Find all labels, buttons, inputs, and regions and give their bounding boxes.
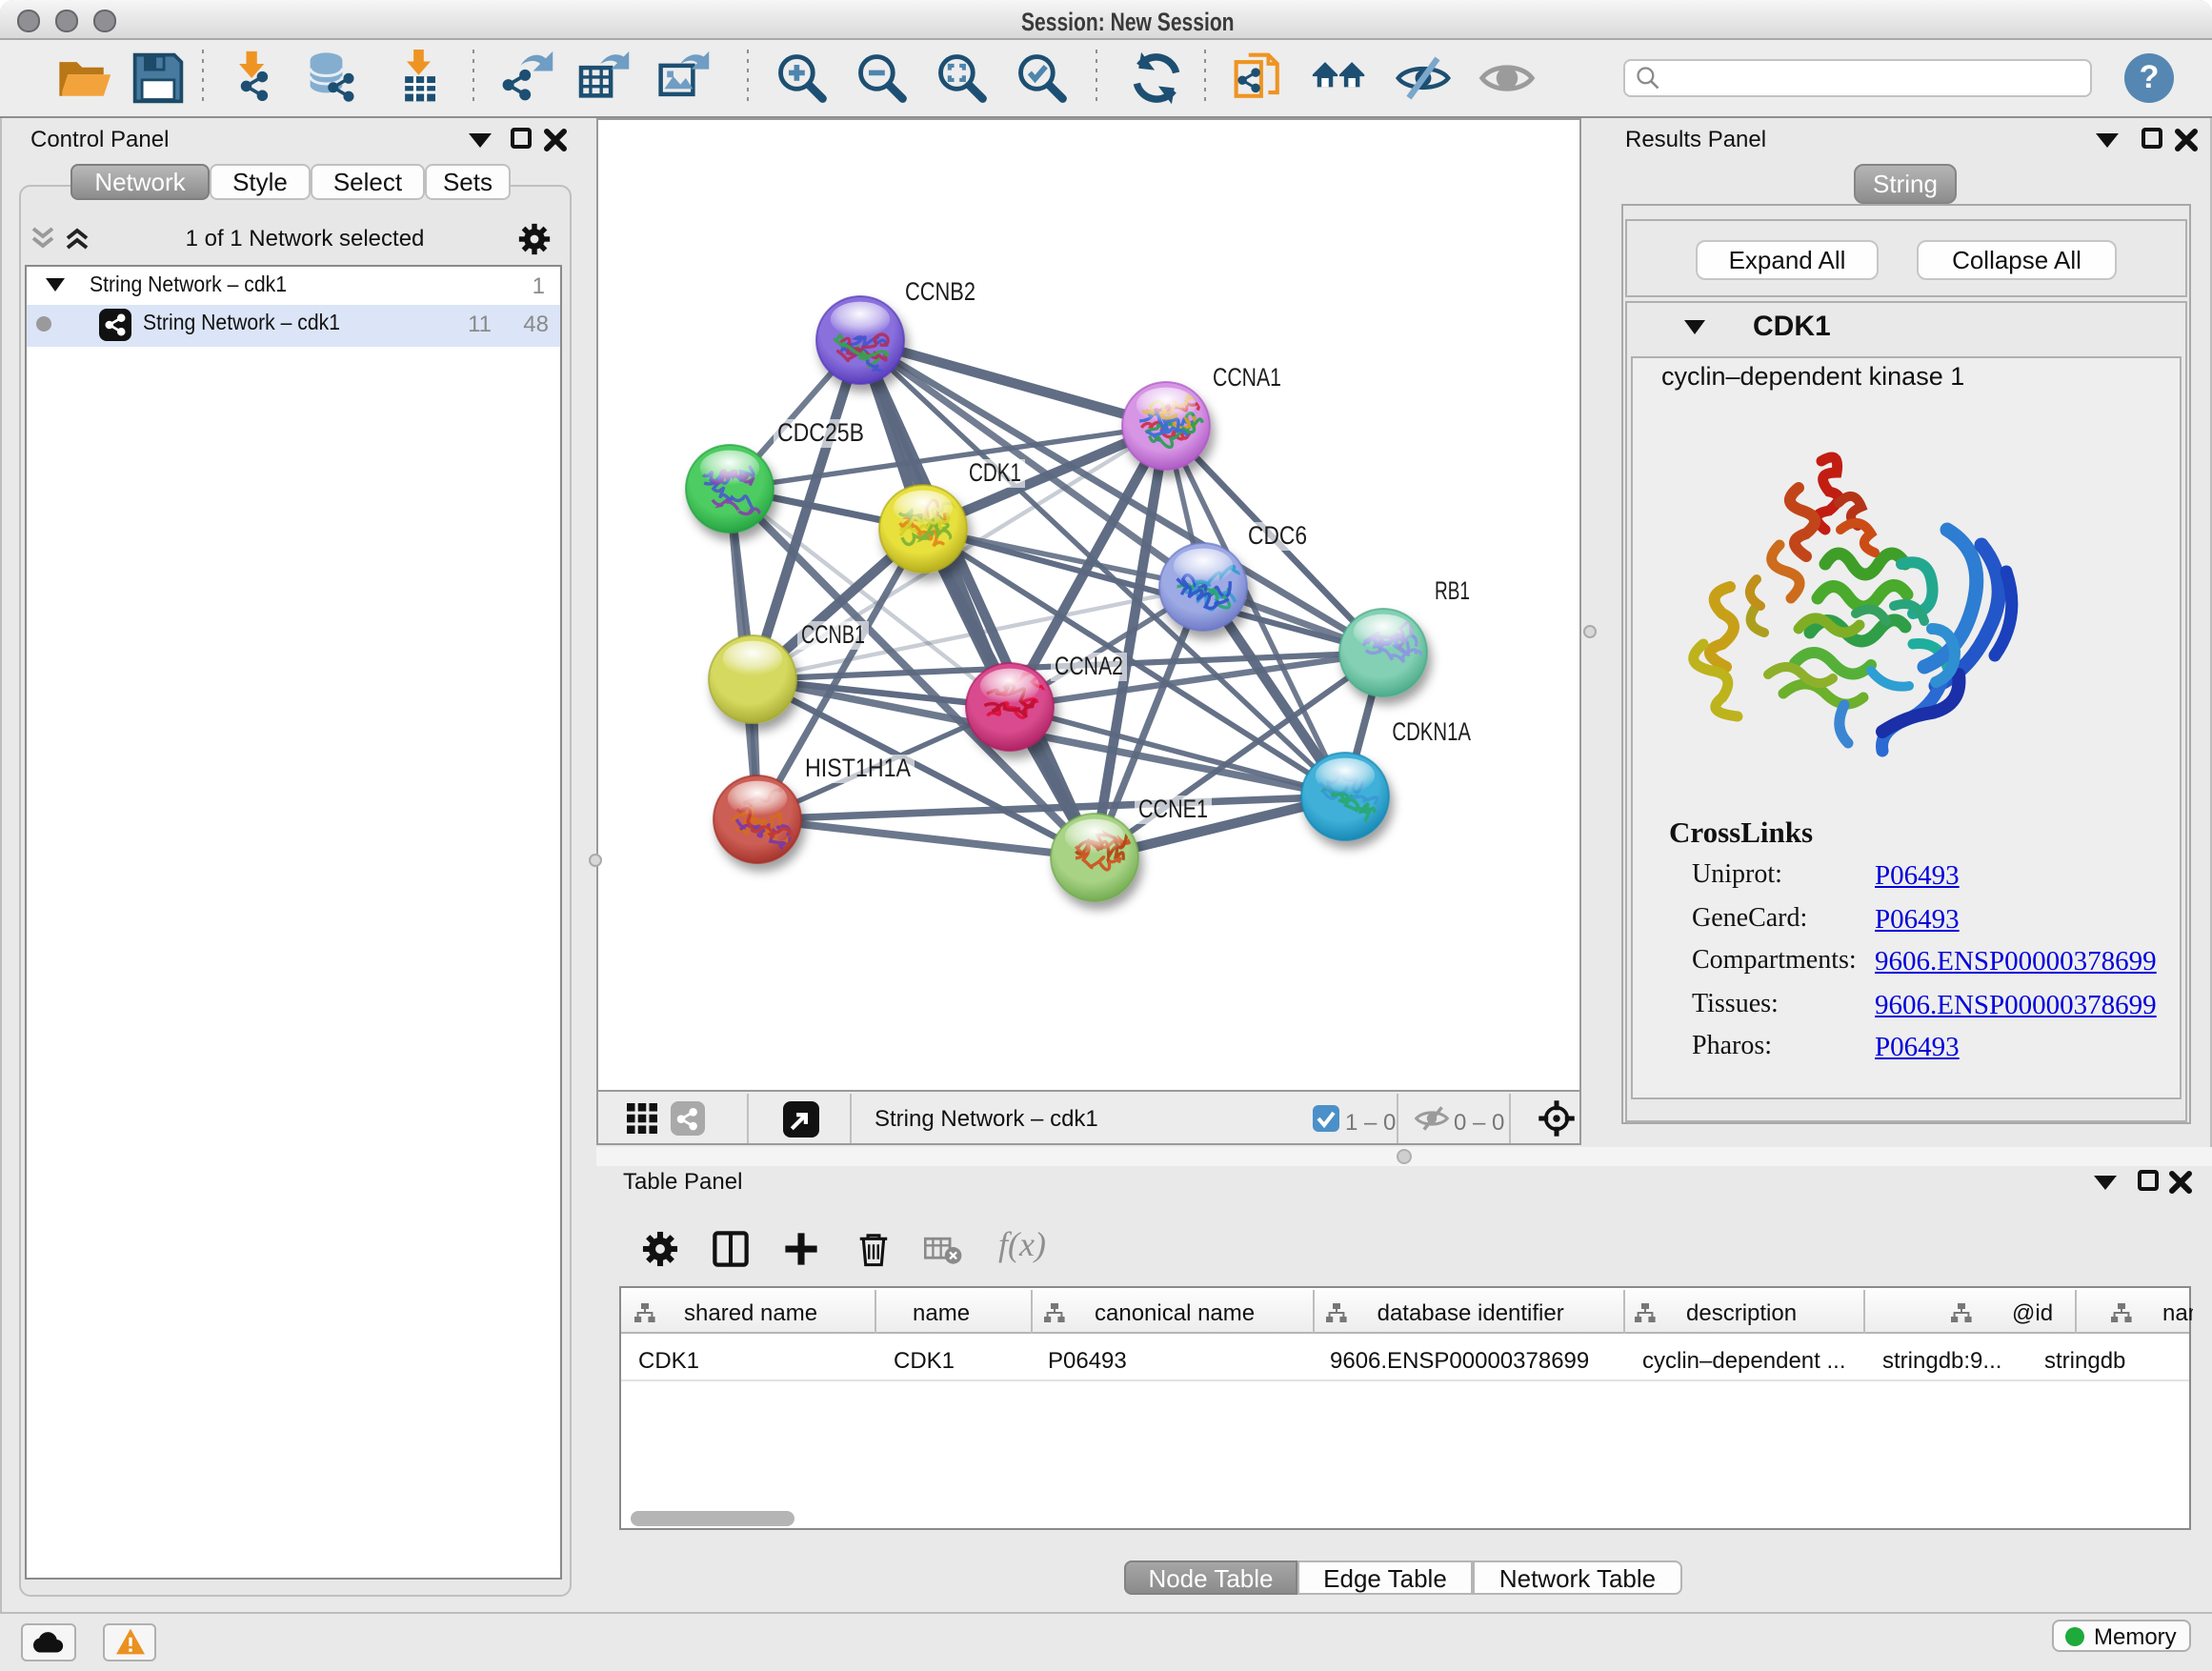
svg-text:CDKN1A: CDKN1A <box>1392 716 1471 745</box>
svg-text:CCNB1: CCNB1 <box>801 619 865 648</box>
svg-text:CDC25B: CDC25B <box>777 417 864 446</box>
svg-text:HIST1H1A: HIST1H1A <box>805 753 911 781</box>
svg-text:CCNA1: CCNA1 <box>1213 362 1281 391</box>
svg-text:CCNA2: CCNA2 <box>1055 651 1123 679</box>
svg-text:CCNE1: CCNE1 <box>1138 794 1208 822</box>
svg-text:CCNB2: CCNB2 <box>905 276 975 305</box>
svg-text:CDC6: CDC6 <box>1248 520 1307 549</box>
svg-text:CDK1: CDK1 <box>969 457 1021 486</box>
svg-text:RB1: RB1 <box>1435 575 1470 604</box>
